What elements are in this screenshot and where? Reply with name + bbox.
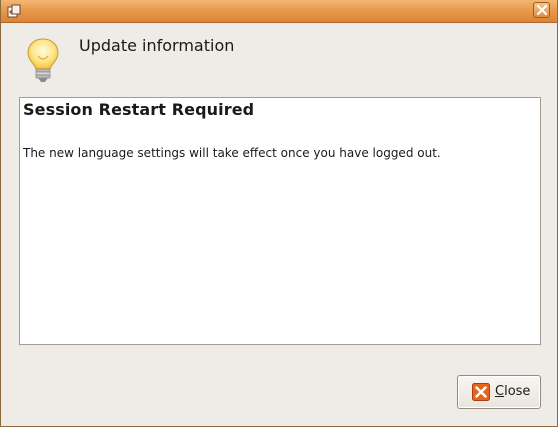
application-icon[interactable] — [6, 3, 22, 19]
message-heading: Session Restart Required — [23, 100, 255, 119]
message-panel: Session Restart Required The new languag… — [19, 97, 541, 345]
close-button[interactable]: Close — [457, 375, 541, 409]
close-button-label: Close — [495, 384, 531, 399]
title-bar[interactable] — [1, 0, 557, 23]
close-x-icon — [472, 383, 490, 401]
dialog-window: Update information Session Restart Requi… — [0, 0, 558, 427]
lightbulb-icon — [23, 36, 63, 86]
dialog-title: Update information — [79, 36, 235, 55]
message-body: The new language settings will take effe… — [23, 146, 441, 160]
window-close-icon[interactable] — [533, 2, 550, 18]
